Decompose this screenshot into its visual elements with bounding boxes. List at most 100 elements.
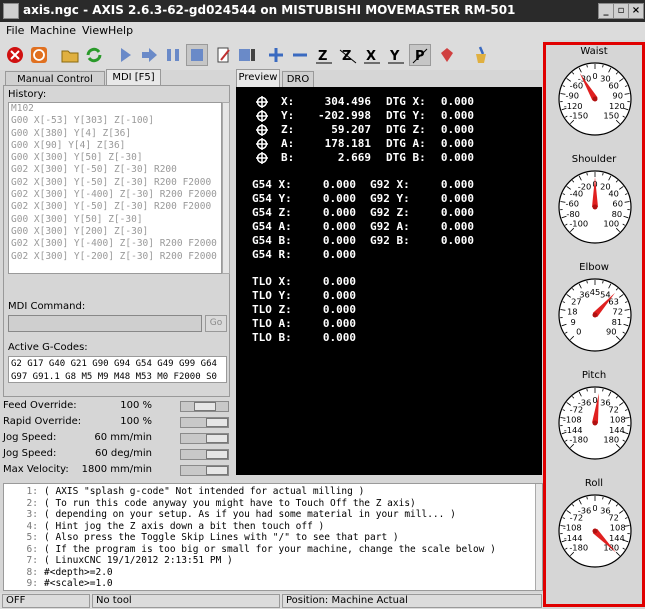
gcode-line[interactable]: 4: ( Hint jog the Z axis down a bit then …	[8, 520, 325, 533]
axis-label: B:	[281, 151, 295, 164]
history-line[interactable]: M102	[9, 103, 221, 115]
gauge-tick-label: -100	[569, 218, 588, 228]
override-slider[interactable]	[180, 449, 229, 460]
slider-thumb[interactable]	[206, 434, 228, 443]
gauge-tick-label: -20	[578, 182, 592, 192]
open-file-icon[interactable]	[59, 44, 81, 66]
skip-lines-icon[interactable]	[213, 44, 235, 66]
line-text: ( LinuxCNC 19/1/2012 2:13:51 PM )	[44, 555, 233, 566]
tlo-value: 0.000	[322, 275, 356, 288]
override-row: Rapid Override: 100 %	[0, 415, 230, 431]
gauge-waist: -150 -120 -90 -60 -30 0 30 60 90 120 150	[557, 61, 633, 137]
history-line[interactable]: G00 X[300] Y[50] Z[-30]	[9, 214, 221, 226]
clear-plot-icon[interactable]	[468, 44, 490, 66]
estop-icon[interactable]	[4, 44, 26, 66]
history-line[interactable]: G00 X[300] Y[200] Z[-30]	[9, 226, 221, 238]
menu-help[interactable]: Help	[108, 24, 133, 37]
close-button[interactable]: ×	[628, 3, 644, 19]
tlo-label: TLO X:	[252, 275, 292, 288]
slider-thumb[interactable]	[206, 418, 228, 427]
gauge-tick-label: 60	[608, 80, 619, 90]
history-line[interactable]: G02 X[300] Y[-50] Z[-30] R200 F2000	[9, 177, 221, 189]
dtg-label: DTG Z:	[386, 123, 426, 136]
line-text: ( If the program is too big or small for…	[44, 543, 496, 555]
stop-icon[interactable]	[186, 44, 208, 66]
g54-label: G54 B:	[252, 234, 292, 247]
override-slider[interactable]	[180, 465, 229, 476]
power-icon[interactable]	[28, 44, 50, 66]
history-line[interactable]: G02 X[300] Y[-50] Z[-30] R200	[9, 164, 221, 176]
override-value: 100 %	[120, 416, 152, 427]
override-value: 60 mm/min	[94, 432, 152, 443]
step-icon[interactable]	[138, 44, 160, 66]
history-line[interactable]: G00 X[380] Y[4] Z[36]	[9, 128, 221, 140]
view-x-icon[interactable]: X	[361, 44, 383, 66]
view-y-icon[interactable]: Y	[385, 44, 407, 66]
gauge-tick-label: -36	[578, 398, 592, 408]
g54-label: G54 A:	[252, 220, 292, 233]
gauge-title: Shoulder	[571, 154, 617, 165]
line-text: ( Hint jog the Z axis down a bit then to…	[44, 520, 325, 532]
axis-value: -202.998	[318, 109, 371, 122]
line-number: 5:	[26, 532, 38, 543]
reload-icon[interactable]	[83, 44, 105, 66]
dro-offset-row: G54 B: 0.000 G92 B: 0.000	[236, 234, 542, 248]
tab-preview[interactable]: Preview	[236, 69, 280, 87]
maximize-button[interactable]: ▫	[613, 3, 629, 19]
minimize-button[interactable]: _	[598, 3, 614, 19]
gauge-tick-label: 100	[603, 218, 619, 228]
gcode-scrollbar[interactable]	[535, 484, 542, 590]
gcode-line[interactable]: 6: ( If the program is too big or small f…	[8, 544, 496, 556]
gcode-line[interactable]: 2: ( To run this code anyway you might ha…	[8, 498, 416, 510]
slider-thumb[interactable]	[194, 402, 216, 411]
tlo-label: TLO Y:	[252, 289, 292, 302]
gauge-pitch: -180 -144 -108 -72 -36 0 36 72 108 144 180	[557, 385, 633, 461]
gcode-line[interactable]: 7: ( LinuxCNC 19/1/2012 2:13:51 PM )	[8, 555, 233, 567]
line-number: 6:	[26, 543, 38, 555]
view-z-icon[interactable]: Z	[313, 44, 335, 66]
view-p-icon[interactable]: P	[409, 44, 431, 66]
slider-thumb[interactable]	[206, 466, 228, 475]
optional-stop-icon[interactable]	[236, 44, 258, 66]
gcode-line[interactable]: 5: ( Also press the Toggle Skip Lines wit…	[8, 532, 399, 544]
history-line[interactable]: G00 X[-53] Y[303] Z[-100]	[9, 115, 221, 127]
gcode-line[interactable]: 3: ( depending on your setup. As if you h…	[8, 509, 456, 521]
gcode-line[interactable]: 9: #<scale>=1.0	[8, 578, 113, 590]
zoom-in-icon[interactable]	[265, 44, 287, 66]
gauge-tick-label: 18	[567, 306, 578, 316]
line-number: 8:	[26, 566, 38, 578]
run-icon[interactable]	[114, 44, 136, 66]
gauge-tick-label: 60	[612, 198, 623, 208]
history-list[interactable]: M102 G00 X[-53] Y[303] Z[-100] G00 X[380] …	[8, 102, 222, 274]
gauge-tick-label: 72	[608, 404, 619, 414]
mdi-command-input[interactable]	[8, 315, 202, 332]
menu-file[interactable]: File	[6, 24, 24, 37]
override-slider[interactable]	[180, 417, 229, 428]
pause-icon[interactable]	[162, 44, 184, 66]
history-line[interactable]: G02 X[300] Y[-50] Z[-30] R200 F2000	[9, 201, 221, 213]
override-slider[interactable]	[180, 433, 229, 444]
history-line[interactable]: G00 X[90] Y[4] Z[36]	[9, 140, 221, 152]
view-z2-icon[interactable]: Z	[337, 44, 359, 66]
history-line[interactable]: G00 X[300] Y[50] Z[-30]	[9, 152, 221, 164]
slider-thumb[interactable]	[206, 450, 228, 459]
history-line[interactable]: G02 X[300] Y[-400] Z[-30] R200 F2000	[9, 238, 221, 250]
menu-view[interactable]: View	[82, 24, 108, 37]
gcode-listing[interactable]: 1: ( AXIS "splash g-code" Not intended fo…	[3, 483, 543, 591]
zoom-out-icon[interactable]	[289, 44, 311, 66]
history-line[interactable]: G02 X[300] Y[-200] Z[-30] R200 F2000	[9, 251, 221, 263]
menu-bar: File Machine View Help	[0, 22, 645, 40]
menu-machine[interactable]: Machine	[30, 24, 76, 37]
line-number: 3:	[26, 509, 38, 520]
go-button[interactable]: Go	[205, 315, 227, 332]
gcode-line[interactable]: 1: ( AXIS "splash g-code" Not intended fo…	[8, 486, 365, 498]
active-gcodes-line: G2 G17 G40 G21 G90 G94 G54 G49 G99 G64	[11, 359, 217, 369]
gcode-line[interactable]: 8: #<depth>=2.0	[8, 567, 113, 579]
history-scrollbar[interactable]	[222, 102, 230, 274]
rotate-icon[interactable]	[436, 44, 458, 66]
line-number: 4:	[26, 520, 38, 532]
tab-dro[interactable]: DRO	[282, 71, 314, 87]
override-slider[interactable]	[180, 401, 229, 412]
history-line[interactable]: G02 X[300] Y[-400] Z[-30] R200 F2000	[9, 189, 221, 201]
gauge-tick-label: -90	[566, 90, 580, 100]
